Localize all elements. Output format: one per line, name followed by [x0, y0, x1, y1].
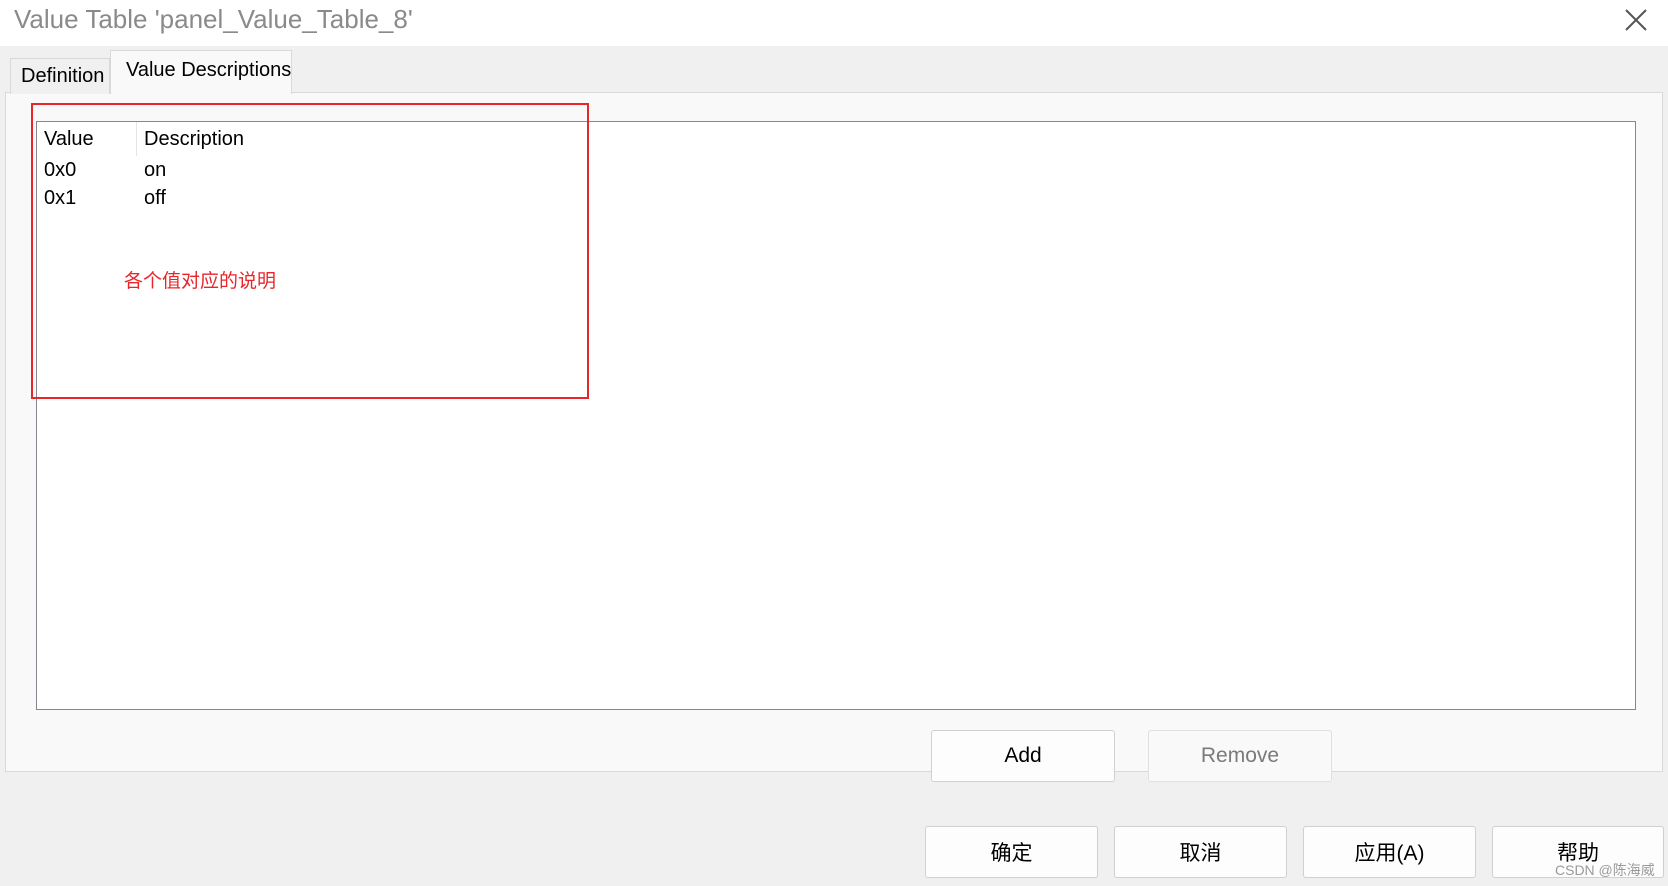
row-description: on [144, 159, 167, 181]
watermark: CSDN @陈海威 [1555, 862, 1655, 878]
tab-value-descriptions[interactable]: Value Descriptions [110, 50, 292, 94]
annotation-text: 各个值对应的说明 [124, 270, 277, 292]
row-description: off [144, 187, 166, 209]
tab-definition[interactable]: Definition [10, 58, 110, 94]
table-row[interactable]: 0x0 on [37, 156, 1635, 184]
row-value: 0x1 [44, 187, 77, 209]
window-title: Value Table 'panel_Value_Table_8' [14, 4, 413, 34]
close-icon [1625, 9, 1647, 31]
table-row[interactable]: 0x1 off [37, 184, 1635, 212]
remove-button[interactable]: Remove [1148, 730, 1332, 782]
column-header-description[interactable]: Description [137, 122, 437, 156]
value-description-list[interactable]: Value Description 0x0 on 0x1 off [36, 121, 1636, 710]
close-button[interactable] [1612, 2, 1660, 38]
row-value: 0x0 [44, 159, 77, 181]
list-header: Value Description [37, 122, 1635, 156]
add-button[interactable]: Add [931, 730, 1115, 782]
title-bar: Value Table 'panel_Value_Table_8' [0, 0, 1668, 46]
cancel-button[interactable]: 取消 [1114, 826, 1287, 878]
apply-button[interactable]: 应用(A) [1303, 826, 1476, 878]
ok-button[interactable]: 确定 [925, 826, 1098, 878]
dialog-window: Value Table 'panel_Value_Table_8' Defini… [0, 0, 1668, 886]
column-header-value[interactable]: Value [37, 122, 137, 156]
